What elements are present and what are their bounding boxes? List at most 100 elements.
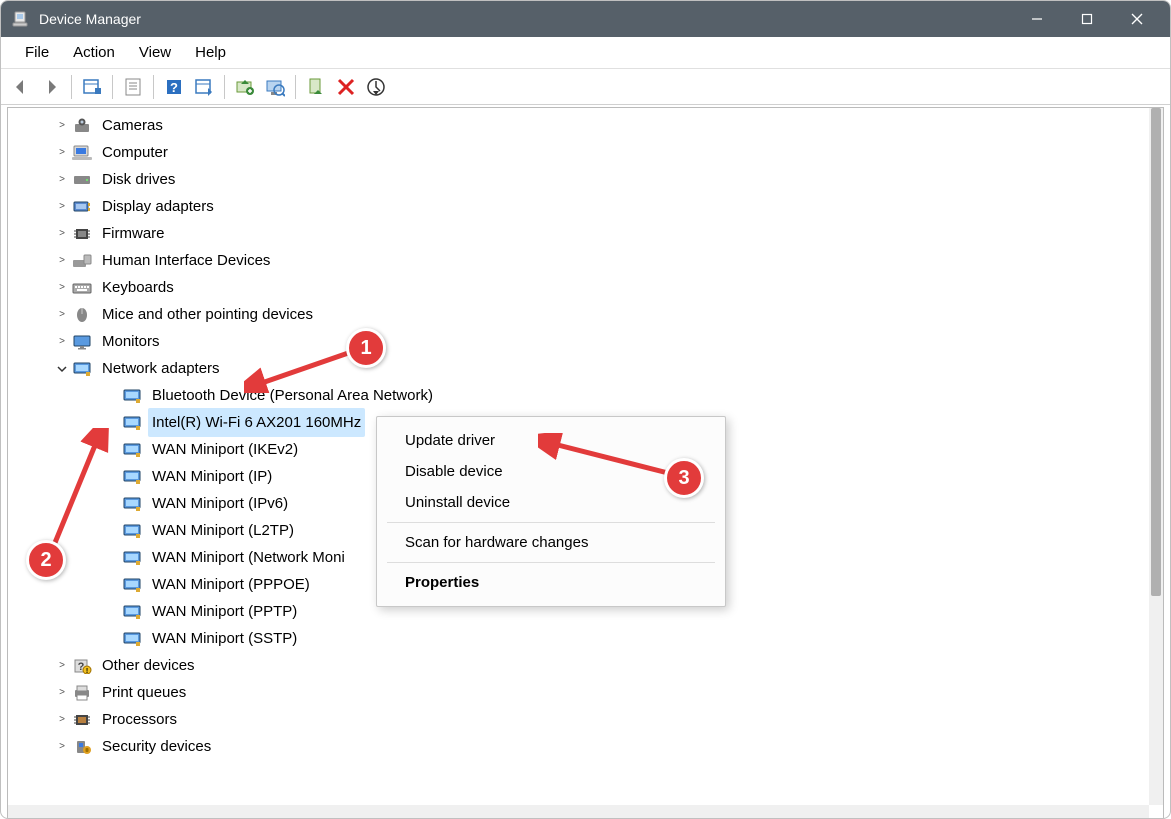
tree-label: WAN Miniport (L2TP) [148, 516, 298, 545]
tree-label: Network adapters [98, 354, 224, 383]
scan-hardware-button[interactable] [261, 73, 289, 101]
tree-label: WAN Miniport (IPv6) [148, 489, 292, 518]
network-adapter-icon [122, 603, 142, 621]
tree-label: Computer [98, 138, 172, 167]
network-adapter-icon [122, 441, 142, 459]
maximize-button[interactable] [1062, 1, 1112, 37]
tree-label: Firmware [98, 219, 169, 248]
disable-device-button[interactable] [362, 73, 390, 101]
tree-item-bluetooth-pan[interactable]: Bluetooth Device (Personal Area Network) [14, 382, 1149, 409]
tree-item-monitors[interactable]: > Monitors [14, 328, 1149, 355]
display-adapter-icon [72, 198, 92, 216]
tree-item-keyboards[interactable]: > Keyboards [14, 274, 1149, 301]
forward-button[interactable] [37, 73, 65, 101]
expand-icon[interactable]: > [54, 145, 70, 161]
tree-label: Cameras [98, 111, 167, 140]
close-button[interactable] [1112, 1, 1162, 37]
tree-item-hid[interactable]: > Human Interface Devices [14, 247, 1149, 274]
tree-label: Human Interface Devices [98, 246, 274, 275]
expand-icon[interactable]: > [54, 658, 70, 674]
collapse-icon[interactable] [54, 361, 70, 377]
action-sheet-button[interactable] [190, 73, 218, 101]
expand-icon[interactable]: > [54, 307, 70, 323]
context-properties[interactable]: Properties [377, 567, 725, 598]
show-hidden-button[interactable] [78, 73, 106, 101]
tree-label: Print queues [98, 678, 190, 707]
tree-label: WAN Miniport (IP) [148, 462, 276, 491]
expand-icon[interactable]: > [54, 118, 70, 134]
content-area: > Cameras > Computer > Disk drives > Dis… [7, 107, 1164, 819]
network-adapter-icon [122, 495, 142, 513]
expand-icon[interactable]: > [54, 199, 70, 215]
enable-device-button[interactable] [302, 73, 330, 101]
tree-item-network-adapters[interactable]: Network adapters [14, 355, 1149, 382]
tree-item-print-queues[interactable]: > Print queues [14, 679, 1149, 706]
tree-item-security-devices[interactable]: > Security devices [14, 733, 1149, 760]
tree-label-selected: Intel(R) Wi-Fi 6 AX201 160MHz [148, 408, 365, 437]
tree-item-disk[interactable]: > Disk drives [14, 166, 1149, 193]
tree-item-other-devices[interactable]: > ?! Other devices [14, 652, 1149, 679]
vertical-scrollbar[interactable] [1149, 108, 1163, 805]
toolbar-separator [295, 75, 296, 99]
annotation-arrow-2 [40, 428, 110, 558]
context-separator [387, 522, 715, 523]
keyboard-icon [72, 279, 92, 297]
network-adapter-icon [122, 414, 142, 432]
processor-icon [72, 711, 92, 729]
tree-item-display[interactable]: > Display adapters [14, 193, 1149, 220]
monitor-icon [72, 333, 92, 351]
tree-label: WAN Miniport (PPPOE) [148, 570, 314, 599]
back-button[interactable] [7, 73, 35, 101]
tree-label: WAN Miniport (IKEv2) [148, 435, 302, 464]
expand-icon[interactable]: > [54, 685, 70, 701]
menu-help[interactable]: Help [183, 40, 238, 65]
horizontal-scrollbar[interactable] [8, 805, 1149, 819]
expand-icon[interactable]: > [54, 334, 70, 350]
toolbar-separator [71, 75, 72, 99]
toolbar-separator [153, 75, 154, 99]
annotation-callout-2: 2 [26, 540, 66, 580]
scrollbar-thumb[interactable] [1151, 108, 1161, 596]
network-adapter-icon [72, 360, 92, 378]
annotation-callout-3: 3 [664, 458, 704, 498]
tree-label: Display adapters [98, 192, 218, 221]
network-adapter-icon [122, 549, 142, 567]
tree-item-mice[interactable]: > Mice and other pointing devices [14, 301, 1149, 328]
svg-text:?: ? [170, 80, 178, 95]
printer-icon [72, 684, 92, 702]
computer-icon [72, 144, 92, 162]
annotation-arrow-3 [538, 433, 678, 483]
tree-item-cameras[interactable]: > Cameras [14, 112, 1149, 139]
tree-label: Other devices [98, 651, 199, 680]
network-adapter-icon [122, 387, 142, 405]
expand-icon[interactable]: > [54, 253, 70, 269]
toolbar: ? [1, 69, 1170, 105]
device-manager-window: Device Manager File Action View Help ? [0, 0, 1171, 819]
firmware-icon [72, 225, 92, 243]
tree-label: WAN Miniport (PPTP) [148, 597, 301, 626]
expand-icon[interactable]: > [54, 739, 70, 755]
network-adapter-icon [122, 468, 142, 486]
expand-icon[interactable]: > [54, 172, 70, 188]
tree-item-wan-sstp[interactable]: WAN Miniport (SSTP) [14, 625, 1149, 652]
uninstall-device-button[interactable] [332, 73, 360, 101]
expand-icon[interactable]: > [54, 226, 70, 242]
update-driver-button[interactable] [231, 73, 259, 101]
properties-button[interactable] [119, 73, 147, 101]
help-button[interactable]: ? [160, 73, 188, 101]
minimize-button[interactable] [1012, 1, 1062, 37]
tree-label: WAN Miniport (Network Moni [148, 543, 349, 572]
menu-file[interactable]: File [13, 40, 61, 65]
tree-item-firmware[interactable]: > Firmware [14, 220, 1149, 247]
tree-item-computer[interactable]: > Computer [14, 139, 1149, 166]
tree-label: Disk drives [98, 165, 179, 194]
tree-label: Security devices [98, 732, 215, 761]
context-scan-hardware[interactable]: Scan for hardware changes [377, 527, 725, 558]
tree-label: Keyboards [98, 273, 178, 302]
menubar: File Action View Help [1, 37, 1170, 69]
menu-view[interactable]: View [127, 40, 183, 65]
expand-icon[interactable]: > [54, 712, 70, 728]
expand-icon[interactable]: > [54, 280, 70, 296]
menu-action[interactable]: Action [61, 40, 127, 65]
tree-item-processors[interactable]: > Processors [14, 706, 1149, 733]
